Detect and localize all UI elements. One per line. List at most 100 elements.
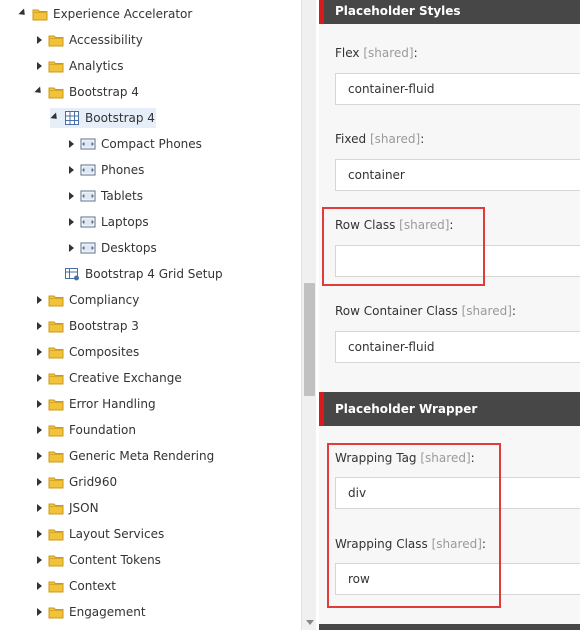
- tree-item-label: Content Tokens: [69, 553, 161, 567]
- expand-arrow-icon[interactable]: [34, 550, 44, 570]
- flex-input[interactable]: [335, 73, 580, 105]
- expand-arrow-icon[interactable]: [66, 160, 76, 180]
- fixed-input[interactable]: [335, 159, 580, 191]
- tree-item-label: Engagement: [69, 605, 146, 619]
- shared-tag: [shared]: [369, 132, 421, 146]
- folder-icon: [48, 604, 64, 620]
- expand-arrow-icon[interactable]: [66, 134, 76, 154]
- expand-arrow-icon[interactable]: [34, 368, 44, 388]
- tree-item[interactable]: Bootstrap 4: [50, 108, 156, 128]
- tree-item[interactable]: Laptops: [66, 212, 150, 232]
- flex-label: Flex [shared]:: [335, 46, 418, 60]
- folder-icon: [48, 84, 64, 100]
- expand-arrow-icon[interactable]: [66, 212, 76, 232]
- folder-icon: [48, 552, 64, 568]
- tree-scrollbar[interactable]: [301, 0, 316, 630]
- tree-item-label: Bootstrap 4 Grid Setup: [85, 267, 223, 281]
- grid-icon: [64, 110, 80, 126]
- content-tree: Experience Accelerator Accessibility Analy…: [0, 0, 301, 630]
- tree-item-label: Creative Exchange: [69, 371, 182, 385]
- expand-arrow-icon[interactable]: [34, 316, 44, 336]
- collapse-arrow-icon[interactable]: [50, 108, 60, 128]
- expand-arrow-icon[interactable]: [34, 342, 44, 362]
- next-section-header: [319, 624, 580, 630]
- tree-item[interactable]: Bootstrap 4: [34, 82, 140, 102]
- expand-arrow-icon[interactable]: [34, 524, 44, 544]
- tree-item-label: Composites: [69, 345, 140, 359]
- folder-icon: [32, 6, 48, 22]
- expand-arrow-icon[interactable]: [34, 472, 44, 492]
- tree-item-label: Layout Services: [69, 527, 165, 541]
- tree-item-label: Experience Accelerator: [53, 7, 193, 21]
- tree-item-label: Phones: [101, 163, 145, 177]
- tree-item[interactable]: Bootstrap 4 Grid Setup: [50, 264, 224, 284]
- device-icon: [80, 136, 96, 152]
- expand-arrow-icon[interactable]: [34, 446, 44, 466]
- collapse-arrow-icon[interactable]: [18, 4, 28, 24]
- tree-item-label: Context: [69, 579, 117, 593]
- device-icon: [80, 188, 96, 204]
- expand-arrow-icon[interactable]: [34, 420, 44, 440]
- folder-icon: [48, 422, 64, 438]
- tree-item-label: Bootstrap 4: [69, 85, 139, 99]
- section-header-placeholder-styles[interactable]: Placeholder Styles: [319, 0, 580, 24]
- folder-icon: [48, 292, 64, 308]
- field-colon: :: [413, 46, 418, 60]
- collapse-arrow-icon[interactable]: [34, 82, 44, 102]
- tree-item-label: Accessibility: [69, 33, 143, 47]
- tree-item[interactable]: Composites: [34, 342, 140, 362]
- expand-arrow-icon[interactable]: [34, 394, 44, 414]
- tree-item[interactable]: Bootstrap 3: [34, 316, 140, 336]
- section-title: Placeholder Styles: [335, 4, 461, 18]
- leaf-spacer: [50, 264, 60, 284]
- expand-arrow-icon[interactable]: [34, 498, 44, 518]
- tree-item[interactable]: Generic Meta Rendering: [34, 446, 215, 466]
- scrollbar-thumb[interactable]: [304, 283, 315, 396]
- field-colon: :: [511, 304, 516, 318]
- tree-item[interactable]: Accessibility: [34, 30, 144, 50]
- tree-item-label: Bootstrap 3: [69, 319, 139, 333]
- field-name: Flex: [335, 46, 360, 60]
- folder-icon: [48, 58, 64, 74]
- row-container-class-input[interactable]: [335, 331, 580, 363]
- tree-item[interactable]: Desktops: [66, 238, 158, 258]
- tree-item[interactable]: Phones: [66, 160, 145, 180]
- folder-icon: [48, 396, 64, 412]
- tree-item[interactable]: Grid960: [34, 472, 118, 492]
- folder-icon: [48, 32, 64, 48]
- expand-arrow-icon[interactable]: [34, 56, 44, 76]
- tree-item[interactable]: Compact Phones: [66, 134, 203, 154]
- section-header-placeholder-wrapper[interactable]: Placeholder Wrapper: [319, 392, 580, 426]
- fixed-label: Fixed [shared]:: [335, 132, 424, 146]
- expand-arrow-icon[interactable]: [66, 186, 76, 206]
- tree-item[interactable]: Error Handling: [34, 394, 157, 414]
- tree-item[interactable]: JSON: [34, 498, 100, 518]
- tree-item[interactable]: Analytics: [34, 56, 125, 76]
- tree-item-label: Foundation: [69, 423, 136, 437]
- tree-item[interactable]: Creative Exchange: [34, 368, 183, 388]
- tree-item[interactable]: Tablets: [66, 186, 144, 206]
- expand-arrow-icon[interactable]: [34, 30, 44, 50]
- expand-arrow-icon[interactable]: [34, 602, 44, 622]
- tree-item[interactable]: Compliancy: [34, 290, 140, 310]
- folder-icon: [48, 474, 64, 490]
- tree-item-label: Bootstrap 4: [84, 108, 156, 128]
- tree-item-label: Tablets: [101, 189, 143, 203]
- scroll-down-arrow-icon[interactable]: [306, 620, 314, 625]
- field-colon: :: [420, 132, 425, 146]
- tree-item[interactable]: Context: [34, 576, 117, 596]
- expand-arrow-icon[interactable]: [34, 290, 44, 310]
- tree-item[interactable]: Content Tokens: [34, 550, 162, 570]
- tree-item-label: Laptops: [101, 215, 149, 229]
- tree-item[interactable]: Engagement: [34, 602, 147, 622]
- folder-icon: [48, 500, 64, 516]
- tree-item[interactable]: Experience Accelerator: [18, 4, 193, 24]
- shared-tag: [shared]: [461, 304, 512, 318]
- folder-icon: [48, 578, 64, 594]
- tree-item-label: Generic Meta Rendering: [69, 449, 215, 463]
- tree-item[interactable]: Layout Services: [34, 524, 165, 544]
- expand-arrow-icon[interactable]: [34, 576, 44, 596]
- tree-item[interactable]: Foundation: [34, 420, 137, 440]
- expand-arrow-icon[interactable]: [66, 238, 76, 258]
- highlight-box-wrapper: [327, 443, 501, 608]
